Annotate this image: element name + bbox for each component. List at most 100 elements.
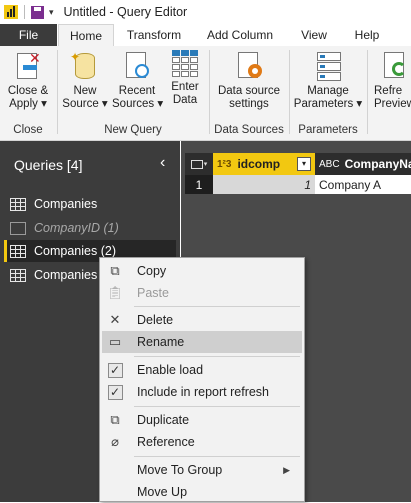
menu-item-delete[interactable]: ✕ Delete <box>102 309 302 331</box>
ribbon: ✕ Close & Apply ▾ Close ✦ New Source ▾ R… <box>0 46 411 141</box>
enter-data-label-1: Enter <box>171 81 199 93</box>
table-cell[interactable]: 1 <box>213 175 315 194</box>
data-source-settings-label-2: settings <box>229 98 269 110</box>
group-parameters-label: Parameters <box>298 124 358 136</box>
menu-item-label: Enable load <box>137 363 204 377</box>
tab-transform[interactable]: Transform <box>118 24 190 46</box>
column-header-idcomp[interactable]: 1²3 idcomp ▾ <box>213 153 315 175</box>
menu-item-include-in-refresh[interactable]: ✓ Include in report refresh <box>102 381 302 403</box>
close-apply-label-2-text: Apply <box>9 98 38 110</box>
group-separator <box>57 50 58 134</box>
menu-separator <box>134 406 300 407</box>
paste-icon: 📋︎ <box>106 285 124 300</box>
column-header-companyname[interactable]: ABC CompanyNam <box>315 153 411 175</box>
title-bar: ▾ Untitled - Query Editor <box>0 0 411 24</box>
table-icon <box>172 50 198 78</box>
menu-item-copy[interactable]: ⧉ Copy <box>102 260 302 282</box>
submenu-arrow-icon: ▶ <box>283 464 290 475</box>
menu-item-label: Move To Group <box>137 463 223 477</box>
menu-item-label: Move Up <box>137 485 188 499</box>
group-separator <box>209 50 210 134</box>
manage-parameters-label-2: Parameters ▾ <box>293 98 363 111</box>
check-mark-icon: ✓ <box>107 362 123 378</box>
group-close-label: Close <box>13 124 43 136</box>
menu-item-label: Delete <box>137 313 174 327</box>
whole-number-type-icon[interactable]: 1²3 <box>217 159 231 170</box>
refresh-preview-label-1: Refre <box>374 85 403 97</box>
quick-access-dropdown-icon[interactable]: ▾ <box>49 7 54 18</box>
tab-view[interactable]: View <box>292 24 336 46</box>
column-name: CompanyNam <box>344 157 411 171</box>
new-source-label-2-text: Source <box>62 98 99 110</box>
parameter-icon <box>10 221 26 235</box>
enter-data-label-2: Data <box>172 94 198 106</box>
table-icon <box>10 244 26 258</box>
menu-item-rename[interactable]: ▭ Rename <box>102 331 302 353</box>
query-item-label: Companies <box>34 197 98 211</box>
group-close: ✕ Close & Apply ▾ Close <box>0 46 56 140</box>
menu-item-label: Rename <box>137 335 185 349</box>
table-icon <box>10 197 26 211</box>
recent-sources-button[interactable]: Recent Sources ▾ <box>112 50 164 111</box>
manage-parameters-button[interactable]: Manage Parameters ▾ <box>293 50 363 111</box>
chevron-down-icon: ▾ <box>41 98 47 110</box>
save-icon[interactable] <box>31 5 44 19</box>
group-separator <box>367 50 368 134</box>
menu-item-label: Include in report refresh <box>137 385 270 399</box>
collapse-pane-icon[interactable]: ‹ <box>160 154 165 172</box>
group-query: Refre Preview <box>370 46 411 140</box>
tab-help[interactable]: Help <box>346 24 388 46</box>
menu-item-duplicate[interactable]: ⧉ Duplicate <box>102 409 302 431</box>
copy-icon: ⧉ <box>110 263 120 278</box>
menu-item-label: Copy <box>137 264 167 278</box>
refresh-icon <box>380 50 410 82</box>
new-source-button[interactable]: ✦ New Source ▾ <box>62 50 108 111</box>
manage-parameters-label-2-text: Parameters <box>293 98 354 110</box>
menu-item-paste[interactable]: 📋︎ Paste <box>102 282 302 304</box>
refresh-preview-button[interactable]: Refre Preview <box>374 50 411 111</box>
enter-data-button[interactable]: Enter Data <box>166 50 204 107</box>
query-item-label: Companies ( <box>34 268 105 282</box>
row-number: 1 <box>185 175 213 194</box>
text-type-icon[interactable]: ABC <box>319 159 340 170</box>
menu-item-label: Duplicate <box>137 413 190 427</box>
tab-home[interactable]: Home <box>58 24 114 47</box>
tab-file[interactable]: File <box>0 24 57 46</box>
group-parameters: Manage Parameters ▾ Parameters <box>291 46 365 140</box>
close-apply-label-2: Apply ▾ <box>4 98 52 111</box>
chevron-down-icon: ▾ <box>356 98 363 110</box>
window-title: Untitled - Query Editor <box>63 5 188 19</box>
title-separator <box>24 5 25 19</box>
queries-header: Queries [4] <box>14 157 83 173</box>
close-apply-button[interactable]: ✕ Close & Apply ▾ <box>4 50 52 111</box>
query-item-companyid[interactable]: CompanyID (1) <box>4 217 176 239</box>
menu-item-move-to-group[interactable]: Move To Group ▶ <box>102 459 302 481</box>
table-cell[interactable]: Company A <box>315 175 411 194</box>
table-icon <box>10 268 26 282</box>
data-source-settings-label-1: Data source <box>217 85 280 97</box>
table-row: 1 1 Company A <box>185 175 411 194</box>
checkbox-checked-icon: ✓ <box>107 384 123 400</box>
column-name: idcomp <box>237 157 281 171</box>
refresh-preview-label-2: Preview <box>374 98 411 110</box>
table-menu-button[interactable]: ▾ <box>185 153 213 175</box>
group-new-query-label: New Query <box>104 124 162 136</box>
power-bi-logo-icon <box>4 5 18 19</box>
chevron-down-icon: ▾ <box>157 98 164 110</box>
table-icon <box>190 159 203 169</box>
menu-item-enable-load[interactable]: ✓ Enable load <box>102 359 302 381</box>
menu-item-move-up[interactable]: Move Up <box>102 481 302 503</box>
new-source-label-1: New <box>73 85 97 97</box>
menu-item-reference[interactable]: ⌀ Reference <box>102 431 302 453</box>
grid-header-row: ▾ 1²3 idcomp ▾ ABC CompanyNam <box>185 153 411 175</box>
tab-add-column[interactable]: Add Column <box>200 24 280 46</box>
duplicate-icon: ⧉ <box>110 412 120 427</box>
filter-dropdown-icon[interactable]: ▾ <box>297 157 311 171</box>
close-apply-icon: ✕ <box>13 50 43 82</box>
data-source-settings-button[interactable]: Data source settings <box>213 50 285 111</box>
group-data-sources: Data source settings Data Sources <box>211 46 287 140</box>
menu-separator <box>134 456 300 457</box>
close-apply-label-1: Close & <box>7 85 49 97</box>
chevron-down-icon: ▾ <box>203 161 208 168</box>
query-item-companies[interactable]: Companies <box>4 193 176 215</box>
